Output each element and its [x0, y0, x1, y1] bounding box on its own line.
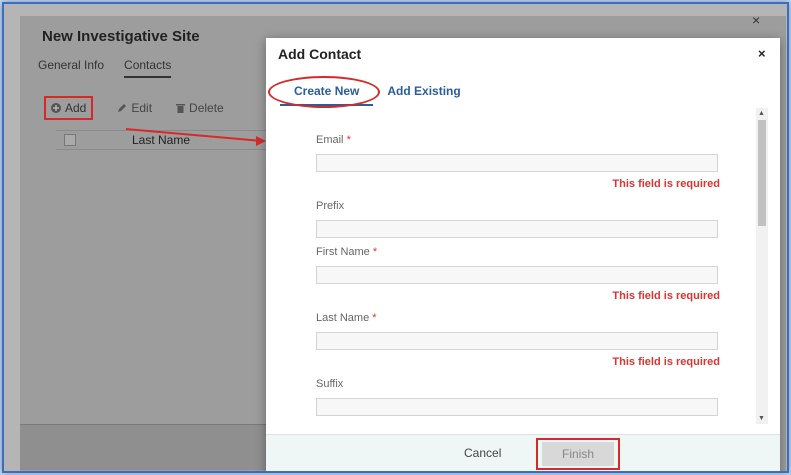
trash-icon — [176, 104, 186, 113]
tab-general-info[interactable]: General Info — [38, 58, 104, 78]
last-name-error: This field is required — [612, 356, 720, 368]
suffix-field-group: Suffix — [316, 378, 720, 416]
background-footer — [20, 424, 270, 470]
column-last-name[interactable]: Last Name — [132, 133, 190, 147]
plus-circle-icon — [51, 103, 61, 113]
screenshot-frame: New Investigative Site × General Info Co… — [2, 2, 789, 473]
last-name-label: Last Name * — [316, 312, 377, 324]
contacts-table-header: Last Name — [56, 130, 286, 150]
chevron-down-icon[interactable]: ▼ — [758, 415, 765, 422]
edit-button-label: Edit — [131, 101, 153, 115]
first-name-field-group: First Name * This field is required — [316, 246, 720, 302]
tab-create-new[interactable]: Create New — [267, 76, 381, 108]
tab-contacts[interactable]: Contacts — [124, 58, 172, 78]
prefix-label: Prefix — [316, 200, 345, 212]
last-name-field-group: Last Name * This field is required — [316, 312, 720, 368]
email-field-group: Email * This field is required — [316, 134, 720, 190]
pencil-icon — [118, 104, 127, 112]
prefix-input[interactable] — [316, 220, 718, 238]
add-button-label: Add — [65, 101, 87, 115]
background-tabs: General Info Contacts — [38, 58, 172, 78]
contact-form: Email * This field is required Prefix Fi… — [266, 112, 780, 442]
required-marker: * — [346, 134, 351, 146]
required-marker: * — [372, 312, 377, 324]
close-icon[interactable]: × — [758, 46, 766, 61]
email-input[interactable] — [316, 154, 718, 172]
background-dialog-title: New Investigative Site — [42, 28, 200, 45]
contacts-toolbar: Add Edit Delete — [44, 96, 224, 120]
email-error: This field is required — [612, 178, 720, 190]
first-name-label: First Name * — [316, 246, 378, 258]
dialog-tabs: Create New Add Existing — [267, 76, 461, 108]
email-label: Email * — [316, 134, 351, 146]
select-all-checkbox[interactable] — [64, 134, 76, 146]
dialog-title: Add Contact — [278, 46, 362, 62]
add-button[interactable]: Add — [44, 96, 94, 120]
chevron-up-icon[interactable]: ▲ — [758, 110, 765, 117]
first-name-error: This field is required — [612, 290, 720, 302]
delete-button-label: Delete — [189, 101, 224, 115]
delete-button[interactable]: Delete — [176, 101, 224, 115]
suffix-label: Suffix — [316, 378, 344, 390]
dialog-footer: Cancel Finish — [266, 434, 780, 471]
prefix-field-group: Prefix — [316, 200, 720, 238]
finish-button[interactable]: Finish — [536, 438, 620, 470]
first-name-input[interactable] — [316, 266, 718, 284]
background-close-icon[interactable]: × — [752, 12, 760, 28]
required-marker: * — [372, 246, 378, 258]
finish-button-label: Finish — [542, 442, 614, 466]
cancel-button[interactable]: Cancel — [464, 446, 501, 460]
tab-add-existing[interactable]: Add Existing — [387, 84, 460, 106]
add-contact-dialog: Add Contact × Create New Add Existing Em… — [266, 38, 780, 471]
form-scrollbar[interactable]: ▲ ▼ — [756, 108, 768, 424]
last-name-input[interactable] — [316, 332, 718, 350]
edit-button[interactable]: Edit — [117, 101, 152, 115]
scrollbar-thumb[interactable] — [758, 120, 766, 226]
suffix-input[interactable] — [316, 398, 718, 416]
